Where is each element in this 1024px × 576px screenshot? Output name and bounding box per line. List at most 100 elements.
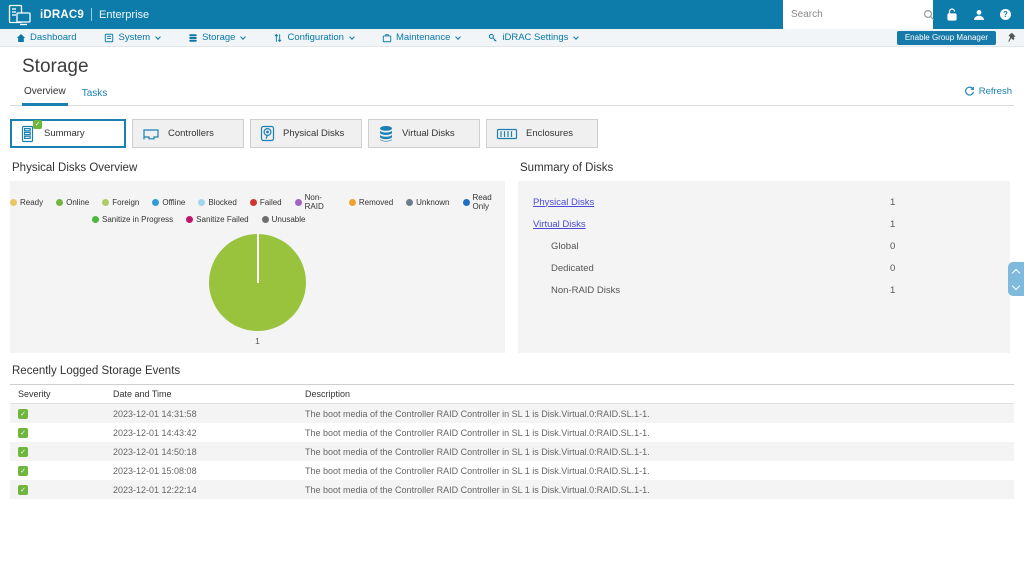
virtual-disks-icon xyxy=(378,125,394,142)
event-datetime: 2023-12-01 14:43:42 xyxy=(113,427,197,438)
legend-item: Offline xyxy=(152,193,185,211)
check-glyph: ✓ xyxy=(20,448,26,456)
legend-dot xyxy=(198,198,206,206)
scroll-up-icon[interactable] xyxy=(1011,268,1021,277)
page-scroll-widget[interactable] xyxy=(1008,262,1024,296)
nav-label: Maintenance xyxy=(395,32,451,43)
unlock-icon[interactable] xyxy=(946,8,958,21)
recent-events-section: Recently Logged Storage Events Severity … xyxy=(10,365,1014,499)
storage-tile-row: ✓ Summary Controllers Physical Disks Vir… xyxy=(10,119,1024,148)
legend-label: Sanitize Failed xyxy=(196,215,249,224)
col-description: Description xyxy=(305,389,351,399)
tile-label: Enclosures xyxy=(526,128,573,139)
tile-controllers[interactable]: Controllers xyxy=(132,119,244,148)
tile-enclosures[interactable]: Enclosures xyxy=(486,119,598,148)
brand-edition: Enterprise xyxy=(99,8,150,21)
legend-dot xyxy=(462,198,470,206)
tab-overview[interactable]: Overview xyxy=(22,80,68,106)
summary-label: Global xyxy=(551,240,579,252)
summary-value: 1 xyxy=(890,218,896,230)
legend-item: Sanitize in Progress xyxy=(92,215,173,224)
nav-item-dashboard[interactable]: Dashboard xyxy=(16,32,76,43)
event-description: The boot media of the Controller RAID Co… xyxy=(305,408,650,419)
pie-legend-row-1: Ready Online Foreign Offline Blocked Fai… xyxy=(10,181,505,211)
search-input[interactable] xyxy=(791,9,923,20)
pie-data-label: 1 xyxy=(255,336,260,346)
legend-item: Online xyxy=(56,193,89,211)
tab-tasks[interactable]: Tasks xyxy=(80,82,110,105)
legend-item: Unknown xyxy=(406,193,450,211)
summary-value: 0 xyxy=(890,240,896,252)
virtual-disks-link[interactable]: Virtual Disks xyxy=(533,219,586,230)
chevron-down-icon xyxy=(155,33,162,40)
col-severity: Severity xyxy=(18,389,51,399)
page-title: Storage xyxy=(22,56,89,77)
nav-label: iDRAC Settings xyxy=(502,32,569,43)
event-row: ✓ 2023-12-01 14:31:58 The boot media of … xyxy=(10,404,1014,423)
event-description: The boot media of the Controller RAID Co… xyxy=(305,484,650,495)
nav-label: Dashboard xyxy=(30,32,77,43)
severity-ok-icon: ✓ xyxy=(18,408,28,419)
legend-item: Failed xyxy=(249,193,282,211)
tile-virtual-disks[interactable]: Virtual Disks xyxy=(368,119,480,148)
user-icon[interactable] xyxy=(973,9,985,21)
chevron-down-icon xyxy=(349,33,355,40)
legend-label: Offline xyxy=(162,197,186,207)
nav-label: Storage xyxy=(202,32,236,43)
legend-dot xyxy=(56,198,64,206)
pie-slice-boundary xyxy=(256,234,259,283)
search-box[interactable] xyxy=(783,0,935,29)
tile-summary[interactable]: ✓ Summary xyxy=(10,119,126,148)
physical-disks-pie-chart xyxy=(209,234,306,331)
nav-item-idrac-settings[interactable]: iDRAC Settings xyxy=(488,32,580,43)
physical-disks-link[interactable]: Physical Disks xyxy=(533,197,594,208)
summary-of-disks-panel: Physical Disks 1 Virtual Disks 1 Global … xyxy=(518,181,1010,353)
legend-label: Unknown xyxy=(416,197,450,207)
top-bar: iDRAC9 Enterprise ? xyxy=(0,0,1024,29)
event-description: The boot media of the Controller RAID Co… xyxy=(305,446,650,457)
chevron-down-icon xyxy=(573,33,580,40)
refresh-icon xyxy=(964,86,974,96)
nav-item-configuration[interactable]: Configuration xyxy=(273,32,355,43)
legend-label: Blocked xyxy=(208,197,237,207)
brand-separator xyxy=(91,8,93,21)
legend-item: Sanitize Failed xyxy=(186,215,249,224)
legend-label: Sanitize in Progress xyxy=(102,215,174,224)
summary-row-dedicated: Dedicated 0 xyxy=(518,257,1010,279)
legend-label: Removed xyxy=(358,197,394,207)
legend-label: Non-RAID xyxy=(304,193,324,211)
main-nav: Dashboard System Storage Configuration M… xyxy=(0,29,1024,47)
legend-item: Read Only xyxy=(462,193,505,211)
help-icon[interactable]: ? xyxy=(1000,9,1011,20)
enable-group-manager-button[interactable]: Enable Group Manager xyxy=(896,30,996,45)
legend-item: Foreign xyxy=(102,193,139,211)
legend-dot xyxy=(186,216,194,223)
summary-value: 1 xyxy=(890,196,896,208)
tile-label: Physical Disks xyxy=(283,128,345,139)
legend-dot xyxy=(152,198,160,206)
check-glyph: ✓ xyxy=(20,429,26,437)
legend-dot xyxy=(406,198,414,206)
controllers-icon xyxy=(142,126,160,141)
legend-label: Foreign xyxy=(112,197,140,207)
nav-item-maintenance[interactable]: Maintenance xyxy=(382,32,462,43)
nav-item-storage[interactable]: Storage xyxy=(188,32,247,43)
summary-value: 0 xyxy=(890,262,896,274)
legend-dot xyxy=(249,198,257,206)
legend-label: Unusable xyxy=(271,215,306,224)
legend-dot xyxy=(261,216,269,223)
tile-physical-disks[interactable]: Physical Disks xyxy=(250,119,362,148)
summary-row-non-raid-disks: Non-RAID Disks 1 xyxy=(518,279,1010,301)
legend-label: Read Only xyxy=(472,193,492,211)
refresh-link[interactable]: Refresh xyxy=(964,86,1012,105)
severity-ok-icon: ✓ xyxy=(18,446,28,457)
pin-icon[interactable] xyxy=(1006,32,1016,43)
event-datetime: 2023-12-01 12:22:14 xyxy=(113,484,197,495)
scroll-down-icon[interactable] xyxy=(1011,281,1021,290)
severity-ok-icon: ✓ xyxy=(18,427,28,438)
tile-label: Virtual Disks xyxy=(402,128,455,139)
legend-label: Ready xyxy=(20,197,44,207)
pie-legend-row-2: Sanitize in Progress Sanitize Failed Unu… xyxy=(10,211,505,224)
help-glyph: ? xyxy=(1003,10,1008,19)
nav-item-system[interactable]: System xyxy=(104,32,162,43)
